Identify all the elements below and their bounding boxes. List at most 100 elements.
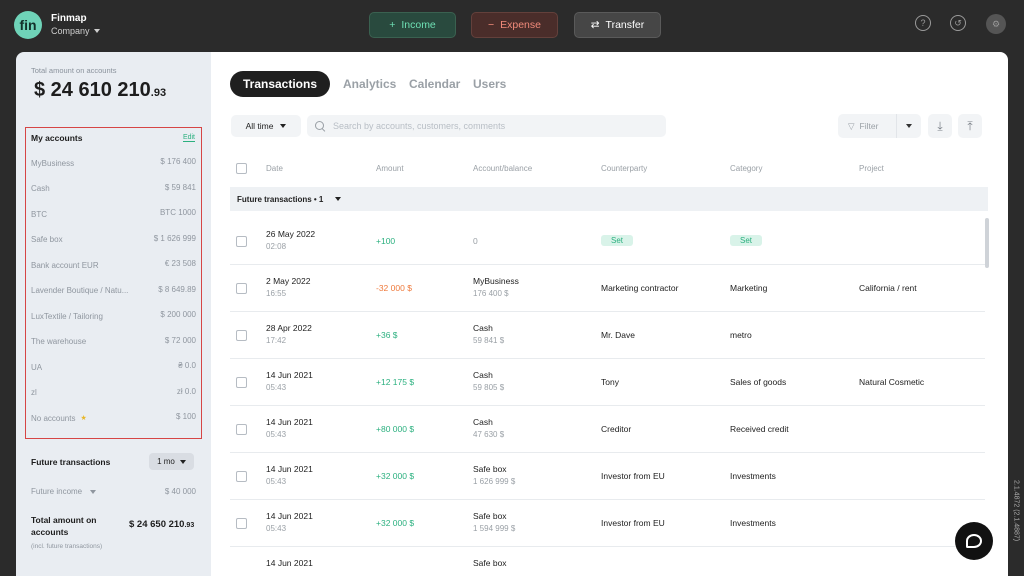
row-date: 28 Apr 2022 [266, 323, 312, 333]
table-row[interactable]: 14 Jun 2021 Safe box [230, 547, 985, 576]
row-checkbox[interactable] [236, 424, 247, 435]
table-scrollbar[interactable] [985, 218, 989, 268]
row-balance: 59 805 $ [473, 383, 505, 392]
row-checkbox[interactable] [236, 518, 247, 529]
help-icon[interactable]: ? [915, 15, 931, 31]
row-counterparty: Investor from EU [601, 471, 665, 481]
row-counterparty: Creditor [601, 424, 632, 434]
row-date: 14 Jun 2021 [266, 370, 313, 380]
row-category: Received credit [730, 424, 789, 434]
future-transactions-group[interactable]: Future transactions • 1 [230, 187, 988, 211]
chat-button[interactable] [955, 522, 993, 560]
row-date: 2 May 2022 [266, 276, 311, 286]
expense-button[interactable]: − Expense [471, 12, 558, 38]
row-counterparty: Tony [601, 377, 619, 387]
row-account: 0 [473, 236, 478, 246]
row-checkbox[interactable] [236, 236, 247, 247]
filter-control[interactable]: ▽ Filter [838, 114, 921, 138]
row-time: 17:42 [266, 336, 287, 345]
counterparty-tag[interactable]: Set [601, 235, 634, 246]
account-row[interactable]: Safe box $ 1 626 999 [31, 234, 196, 246]
row-checkbox[interactable] [236, 330, 247, 341]
row-account: Safe box [473, 464, 507, 474]
row-time: 05:43 [266, 524, 287, 533]
minus-icon: − [487, 19, 495, 31]
company-switcher[interactable]: Company [51, 26, 100, 36]
account-row[interactable]: Lavender Boutique / Natu... $ 8 649.89 [31, 285, 196, 297]
history-icon[interactable]: ↺ [950, 15, 966, 31]
row-checkbox[interactable] [236, 471, 247, 482]
main-panel: Transactions Analytics Calendar Users Al… [211, 52, 1008, 576]
table-row[interactable]: 14 Jun 2021 05:43 +12 175 $ Cash 59 805 … [230, 359, 985, 406]
row-checkbox[interactable] [236, 283, 247, 294]
account-row[interactable]: Cash $ 59 841 [31, 183, 196, 195]
my-accounts-panel: My accounts Edit MyBusiness $ 176 400 Ca… [25, 127, 202, 439]
column-header[interactable]: Counterparty [601, 164, 647, 173]
settings-icon[interactable]: ⚙ [986, 14, 1006, 34]
tab-users[interactable]: Users [473, 77, 506, 91]
account-row[interactable]: zl zł 0.0 [31, 387, 196, 399]
row-amount: +80 000 $ [376, 424, 415, 434]
upload-icon: ⤒ [967, 118, 973, 133]
column-header[interactable]: Category [730, 164, 762, 173]
table-row[interactable]: 28 Apr 2022 17:42 +36 $ Cash 59 841 $ Mr… [230, 312, 985, 359]
column-header[interactable]: Amount [376, 164, 404, 173]
row-project: Natural Cosmetic [859, 377, 925, 387]
company-name: Company [51, 26, 90, 36]
search-input[interactable] [333, 121, 653, 131]
table-row[interactable]: 14 Jun 2021 05:43 +32 000 $ Safe box 1 6… [230, 453, 985, 500]
row-category: metro [730, 330, 752, 340]
account-row[interactable]: LuxTextile / Tailoring $ 200 000 [31, 310, 196, 322]
column-header[interactable]: Date [266, 164, 283, 173]
edit-accounts-link[interactable]: Edit [182, 134, 195, 142]
tab-calendar[interactable]: Calendar [409, 77, 460, 91]
row-balance: 1 594 999 $ [473, 524, 516, 533]
row-checkbox[interactable] [236, 377, 247, 388]
future-period-select[interactable]: 1 mo [149, 453, 194, 470]
download-button[interactable]: ⤓ [928, 114, 952, 138]
income-button[interactable]: + Income [369, 12, 456, 38]
account-row[interactable]: Bank account EUR € 23 508 [31, 259, 196, 271]
total-amount-label: Total amount on accounts [31, 66, 117, 75]
row-balance: 59 841 $ [473, 336, 505, 345]
transfer-button[interactable]: ⇄ Transfer [574, 12, 661, 38]
row-date: 14 Jun 2021 [266, 417, 313, 427]
table-row[interactable]: 14 Jun 2021 05:43 +32 000 $ Safe box 1 5… [230, 500, 985, 547]
account-row[interactable]: MyBusiness $ 176 400 [31, 157, 196, 169]
tab-transactions[interactable]: Transactions [230, 71, 330, 97]
account-row[interactable]: The warehouse $ 72 000 [31, 336, 196, 348]
row-counterparty: Investor from EU [601, 518, 665, 528]
select-all-checkbox[interactable] [236, 163, 247, 174]
table-row[interactable]: 2 May 2022 16:55 -32 000 $ MyBusiness 17… [230, 265, 985, 312]
column-header[interactable]: Account/balance [473, 164, 532, 173]
account-row[interactable]: No accounts ★ $ 100 [31, 412, 196, 424]
table-row[interactable]: 14 Jun 2021 05:43 +80 000 $ Cash 47 630 … [230, 406, 985, 453]
row-account: Cash [473, 323, 493, 333]
filter-label: Filter [859, 121, 879, 131]
row-date: 14 Jun 2021 [266, 464, 313, 474]
filter-dropdown[interactable] [896, 114, 921, 138]
row-account: MyBusiness [473, 276, 519, 286]
row-time: 05:43 [266, 477, 287, 486]
total-amount-value: $ 24 610 210.93 [34, 79, 167, 101]
period-select[interactable]: All time [231, 115, 301, 137]
column-header[interactable]: Project [859, 164, 884, 173]
search-box[interactable] [307, 115, 666, 137]
account-row[interactable]: UA ₴ 0.0 [31, 361, 196, 373]
row-amount: +12 175 $ [376, 377, 415, 387]
row-project: California / rent [859, 283, 917, 293]
upload-button[interactable]: ⤒ [958, 114, 982, 138]
row-counterparty: Marketing contractor [601, 283, 679, 293]
future-income-row[interactable]: Future income $ 40 000 [31, 487, 196, 496]
row-date: 14 Jun 2021 [266, 511, 313, 521]
category-tag[interactable]: Set [730, 235, 763, 246]
chevron-down-icon [335, 197, 342, 201]
future-transactions-title: Future transactions [31, 457, 111, 467]
table-row[interactable]: 26 May 2022 02:08 +100 0 Set Set [230, 218, 985, 265]
total-with-future-value: $ 24 650 210.93 [129, 519, 195, 530]
finmap-logo[interactable]: fin [14, 11, 42, 39]
tab-analytics[interactable]: Analytics [343, 77, 396, 91]
row-time: 05:43 [266, 430, 287, 439]
account-row[interactable]: BTC BTC 1000 [31, 208, 196, 220]
table-header: Date Amount Account/balance Counterparty… [230, 162, 988, 176]
